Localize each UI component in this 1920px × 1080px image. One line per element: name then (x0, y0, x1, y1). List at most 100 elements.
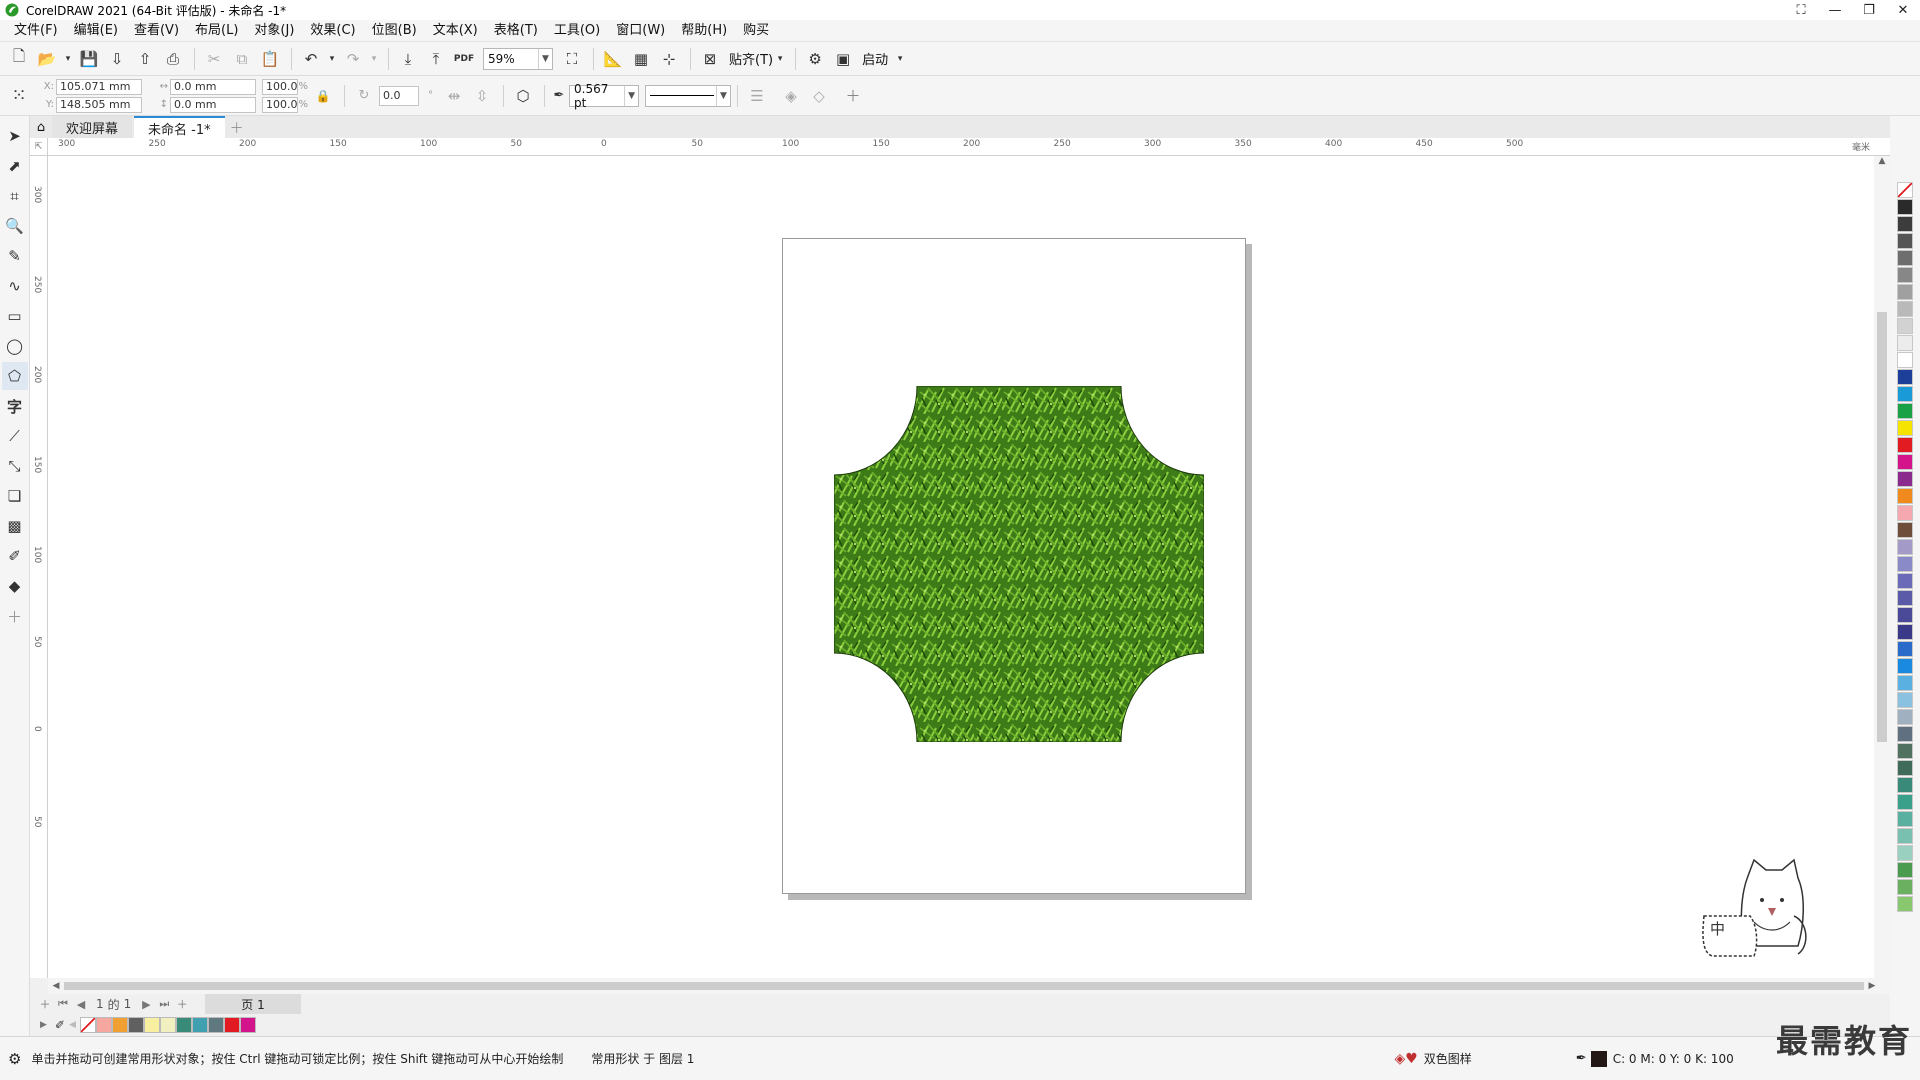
minimize-button[interactable]: — (1818, 0, 1852, 20)
palette-swatch[interactable] (1897, 726, 1913, 742)
dropdown-arrow-icon[interactable]: ▾ (62, 46, 74, 72)
add-tool-icon[interactable]: ＋ (2, 602, 28, 630)
previous-page-icon[interactable]: ◀ (72, 998, 90, 1011)
close-button[interactable]: ✕ (1886, 0, 1920, 20)
palette-swatch[interactable] (1897, 284, 1913, 300)
options-gear-icon[interactable]: ⚙ (802, 46, 828, 72)
palette-swatch[interactable] (1897, 522, 1913, 538)
palette-swatch[interactable] (1897, 352, 1913, 368)
menu-layout[interactable]: 布局(L) (187, 20, 246, 42)
shape-tool-icon[interactable]: ⬈ (2, 152, 28, 180)
redo-icon[interactable]: ↷ (340, 46, 366, 72)
palette-swatch[interactable] (1897, 403, 1913, 419)
doc-palette-swatch[interactable] (159, 1017, 176, 1033)
vertical-scroll-thumb[interactable] (1877, 312, 1887, 742)
doc-palette-swatch[interactable] (111, 1017, 128, 1033)
horizontal-scrollbar[interactable]: ◀ ▶ (48, 978, 1890, 994)
menu-help[interactable]: 帮助(H) (673, 20, 735, 42)
show-grid-icon[interactable]: ▦ (628, 46, 654, 72)
cloud-download-icon[interactable]: ⇩ (104, 46, 130, 72)
launch-label[interactable]: 启动 (862, 49, 888, 68)
transparency-tool-icon[interactable]: ▩ (2, 512, 28, 540)
palette-swatch[interactable] (1897, 573, 1913, 589)
object-origin-icon[interactable]: ⁙ (6, 83, 32, 109)
scroll-up-icon[interactable]: ▲ (1874, 156, 1890, 172)
palette-swatch[interactable] (1897, 454, 1913, 470)
palette-swatch[interactable] (1897, 811, 1913, 827)
no-color-swatch[interactable] (1897, 182, 1913, 198)
launch-icon[interactable]: ▣ (830, 46, 856, 72)
palette-swatch[interactable] (1897, 828, 1913, 844)
menu-window[interactable]: 窗口(W) (608, 20, 673, 42)
add-page-after-icon[interactable]: ＋ (173, 996, 191, 1012)
menu-buy[interactable]: 购买 (735, 20, 777, 42)
palette-swatch[interactable] (1897, 318, 1913, 334)
scale-x-input[interactable]: 100.0 (262, 78, 298, 95)
palette-swatch[interactable] (1897, 437, 1913, 453)
zoom-level-select[interactable]: 59% ▼ (483, 47, 553, 70)
palette-swatch[interactable] (1897, 369, 1913, 385)
doc-palette-swatch[interactable] (223, 1017, 240, 1033)
height-input[interactable]: 0.0 mm (170, 96, 256, 113)
interactive-fill-icon[interactable]: ◆ (2, 572, 28, 600)
artistic-media-icon[interactable]: ∿ (2, 272, 28, 300)
palette-swatch[interactable] (1897, 624, 1913, 640)
horizontal-ruler[interactable]: 毫米 300 250 200 150 100 50 0 50 100 150 200 250 300 35… (48, 138, 1890, 156)
connector-tool-icon[interactable]: ⤡ (2, 452, 28, 480)
snap-off-icon[interactable]: ⊠ (697, 46, 723, 72)
copy-icon[interactable]: ⧉ (229, 46, 255, 72)
palette-expand-icon[interactable]: ▶ (40, 1020, 47, 1030)
cut-icon[interactable]: ✂ (201, 46, 227, 72)
doc-palette-swatch[interactable] (207, 1017, 224, 1033)
add-icon[interactable]: ＋ (840, 83, 866, 109)
ruler-origin[interactable]: ⇱ (30, 138, 48, 156)
drawing-canvas[interactable]: 中 (48, 156, 1890, 978)
palette-swatch[interactable] (1897, 862, 1913, 878)
palette-swatch[interactable] (1897, 488, 1913, 504)
export-icon[interactable]: ⤒ (423, 46, 449, 72)
ellipse-tool-icon[interactable]: ◯ (2, 332, 28, 360)
next-page-icon[interactable]: ▶ (137, 998, 155, 1011)
menu-file[interactable]: 文件(F) (6, 20, 66, 42)
palette-swatch[interactable] (1897, 386, 1913, 402)
palette-swatch[interactable] (1897, 845, 1913, 861)
eyedropper-icon[interactable]: ✐ (2, 542, 28, 570)
scroll-left-icon[interactable]: ◀ (48, 981, 64, 991)
menu-table[interactable]: 表格(T) (486, 20, 546, 42)
mirror-horizontal-icon[interactable]: ⇹ (441, 83, 467, 109)
wrap-text-icon[interactable]: ☰ (744, 83, 770, 109)
x-position-input[interactable]: 105.071 mm (56, 78, 142, 95)
horizontal-scroll-thumb[interactable] (64, 982, 1864, 990)
menu-view[interactable]: 查看(V) (126, 20, 187, 42)
status-settings-gear-icon[interactable]: ⚙ (8, 1050, 21, 1068)
grass-pattern-shape[interactable] (834, 386, 1204, 742)
palette-swatch[interactable] (1897, 301, 1913, 317)
palette-swatch[interactable] (1897, 471, 1913, 487)
palette-swatch[interactable] (1897, 199, 1913, 215)
doc-palette-swatch[interactable] (143, 1017, 160, 1033)
outline-width-select[interactable]: 0.567 pt ▼ (569, 82, 639, 110)
outline-color-swatch[interactable] (1590, 1050, 1607, 1067)
mirror-vertical-icon[interactable]: ⇳ (469, 83, 495, 109)
freehand-tool-icon[interactable]: ✎ (2, 242, 28, 270)
menu-effects[interactable]: 效果(C) (302, 20, 363, 42)
palette-swatch[interactable] (1897, 896, 1913, 912)
palette-swatch[interactable] (1897, 216, 1913, 232)
show-rulers-icon[interactable]: 📐 (600, 46, 626, 72)
palette-swatch[interactable] (1897, 607, 1913, 623)
palette-swatch[interactable] (1897, 420, 1913, 436)
palette-swatch[interactable] (1897, 658, 1913, 674)
palette-swatch[interactable] (1897, 233, 1913, 249)
save-icon[interactable]: 💾 (76, 46, 102, 72)
launch-dropdown-icon[interactable]: ▾ (888, 46, 912, 72)
palette-scroll-left-icon[interactable]: ◀ (69, 1020, 76, 1030)
doc-palette-swatch[interactable] (95, 1017, 112, 1033)
palette-swatch[interactable] (1897, 760, 1913, 776)
add-tab-icon[interactable]: ＋ (227, 118, 247, 138)
doc-palette-swatch[interactable] (239, 1017, 256, 1033)
palette-swatch[interactable] (1897, 267, 1913, 283)
first-page-icon[interactable]: ⏮ (54, 997, 72, 1011)
undo-icon[interactable]: ↶ (298, 46, 324, 72)
width-input[interactable]: 0.0 mm (170, 78, 256, 95)
scroll-right-icon[interactable]: ▶ (1864, 981, 1880, 991)
